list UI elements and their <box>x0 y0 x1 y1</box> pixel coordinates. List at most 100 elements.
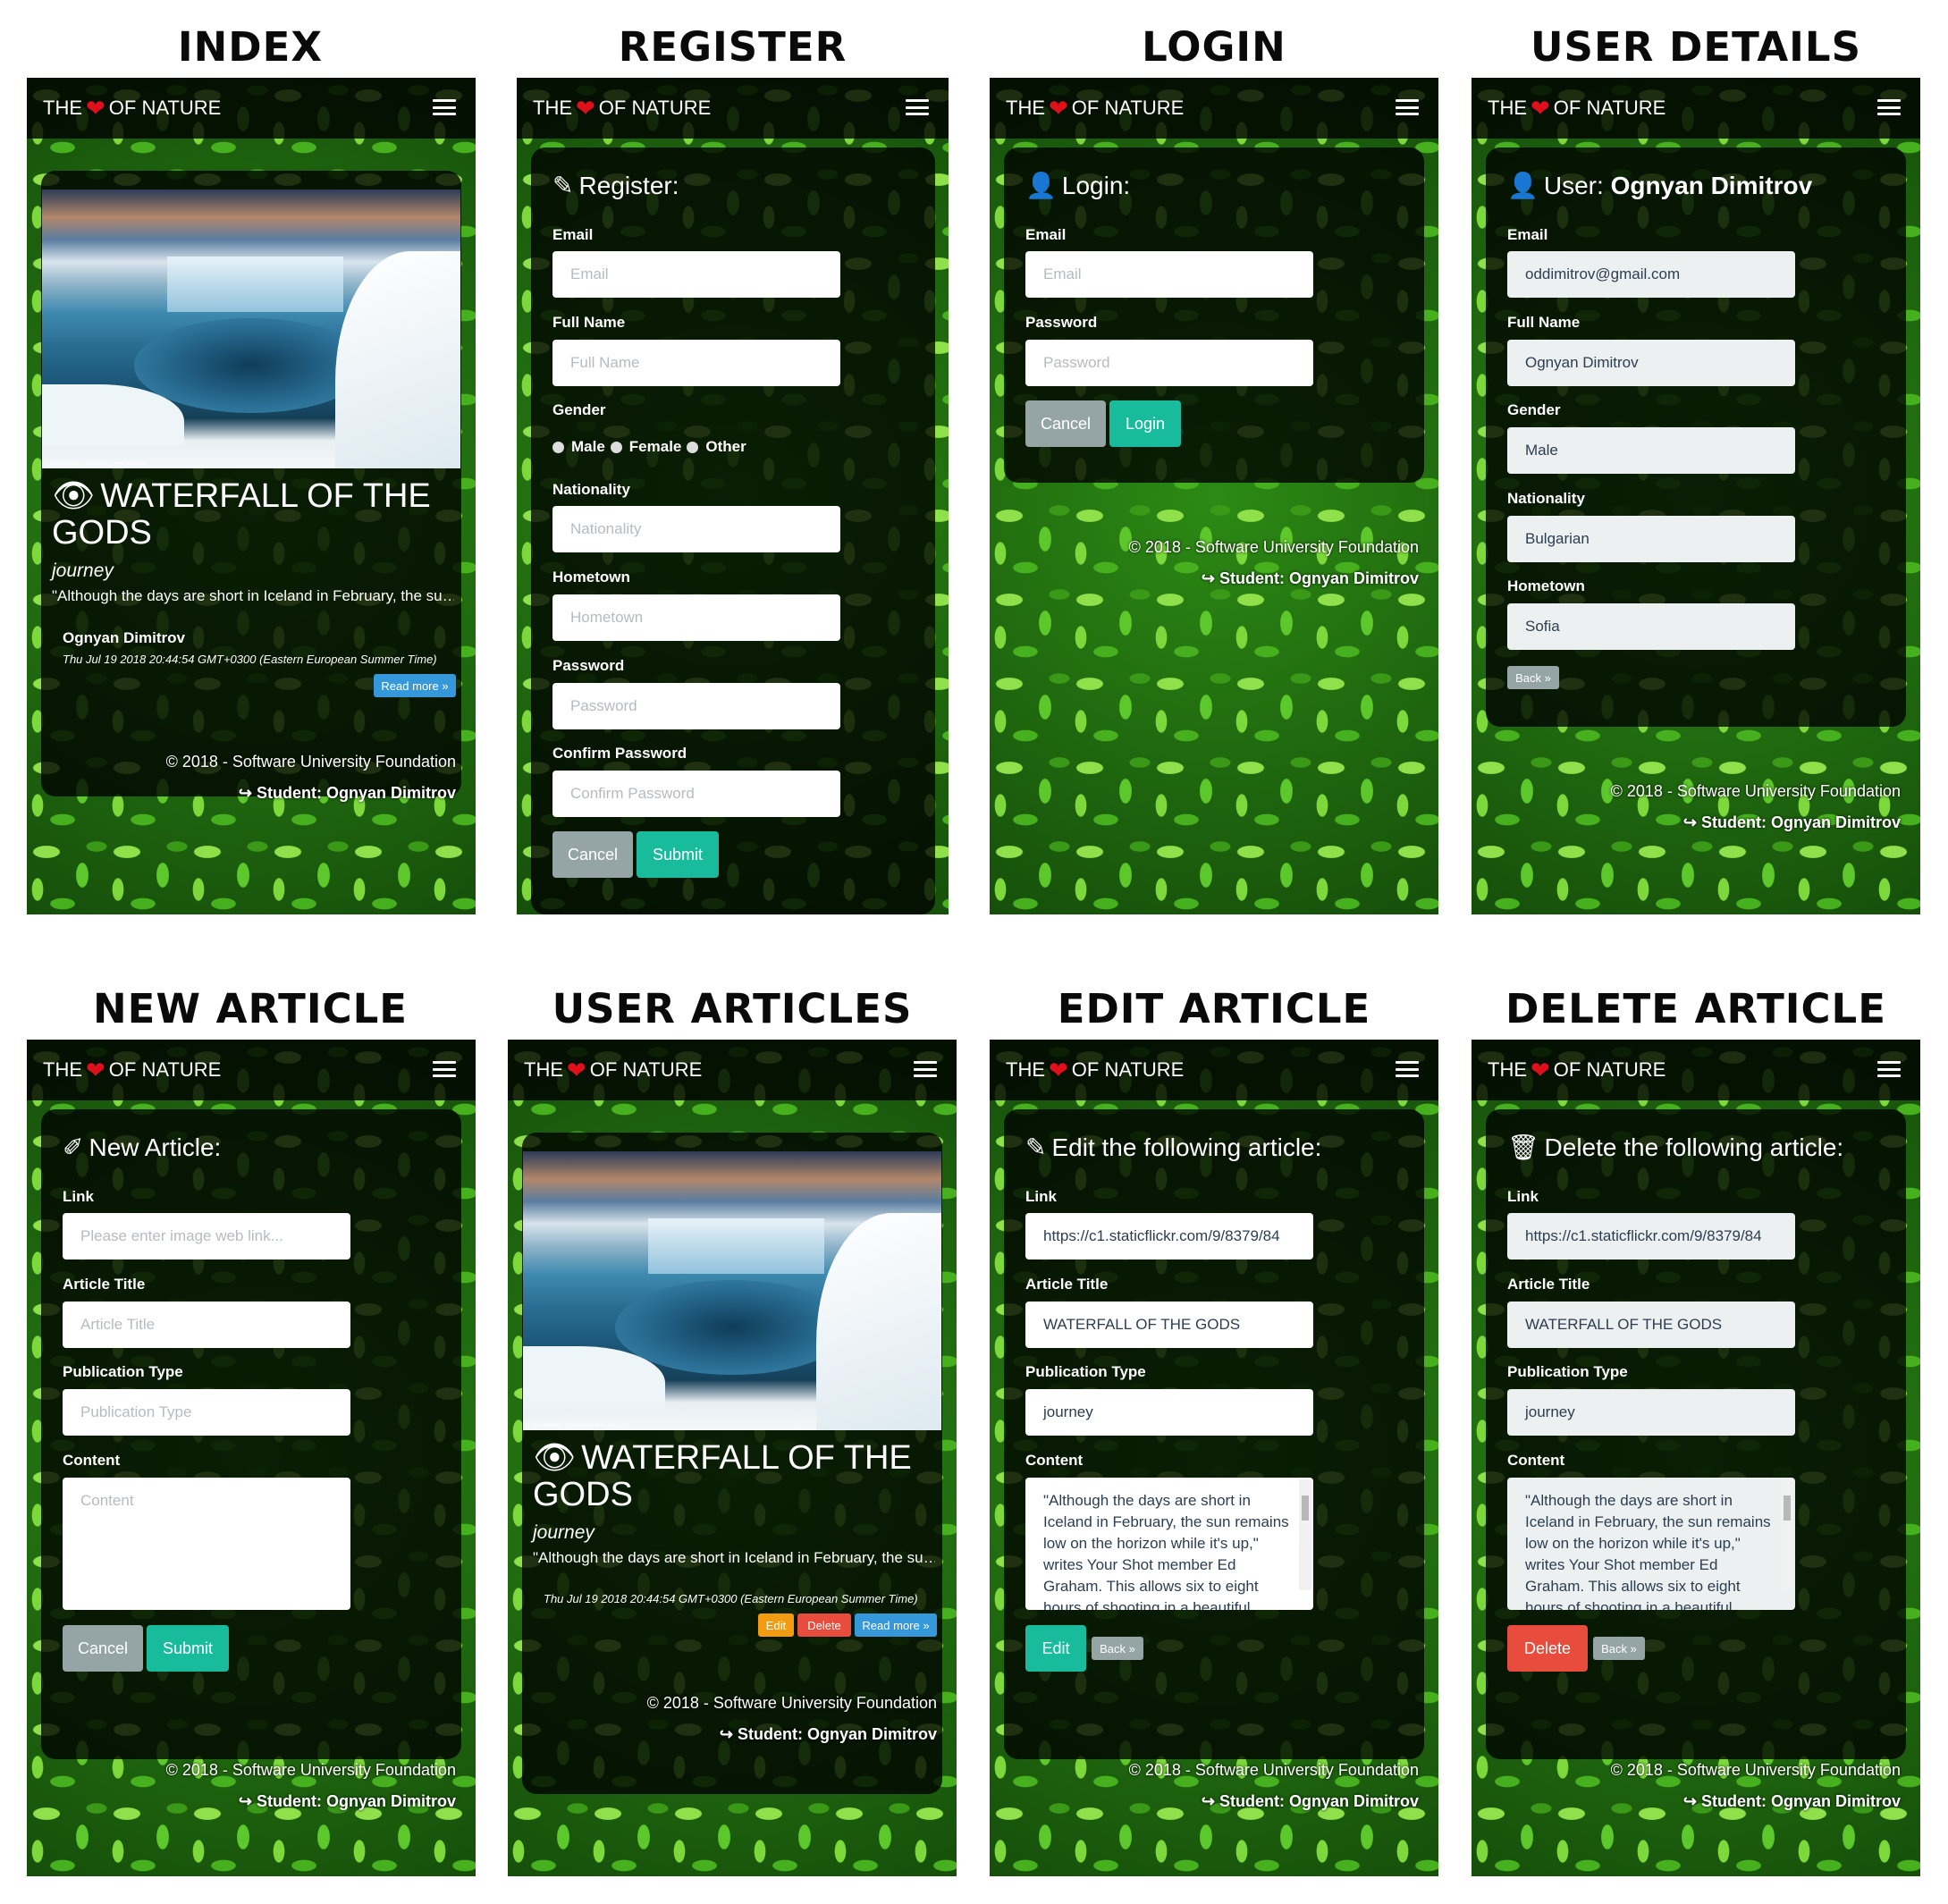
hamburger-icon[interactable] <box>914 1061 937 1077</box>
delete-heading: 🗑 Delete the following article: <box>1507 1133 1843 1162</box>
hamburger-icon[interactable] <box>433 99 456 115</box>
link-label: Link <box>1507 1188 1539 1205</box>
title-index: INDEX <box>177 23 324 71</box>
edit-button[interactable]: Edit <box>1025 1625 1086 1672</box>
content-textarea[interactable]: "Although the days are short in Iceland … <box>1025 1478 1313 1610</box>
hamburger-icon[interactable] <box>1396 1061 1419 1077</box>
radio-female[interactable] <box>610 441 622 453</box>
footer-copyright: © 2018 - Software University Foundation <box>1128 1761 1419 1779</box>
hometown-field[interactable]: Hometown <box>552 594 840 641</box>
link-field[interactable]: Please enter image web link... <box>63 1213 350 1260</box>
brand-text-right: OF NATURE <box>1071 1058 1185 1081</box>
email-field[interactable]: Email <box>552 251 840 298</box>
brand-logo[interactable]: THE ❤ OF NATURE <box>1006 1058 1184 1082</box>
brand-text-right: OF NATURE <box>1553 1058 1666 1081</box>
read-more-button[interactable]: Read more » <box>374 674 456 697</box>
cancel-button[interactable]: Cancel <box>63 1625 143 1672</box>
footer-student-link[interactable]: ↪ Student: Ognyan Dimitrov <box>1129 1792 1419 1811</box>
article-title[interactable]: 👁 WATERFALL OF THE GODS <box>52 478 454 552</box>
article-title-label: Article Title <box>1025 1276 1109 1293</box>
pool-shape <box>614 1279 850 1375</box>
hamburger-icon[interactable] <box>1396 99 1419 115</box>
article-title-field[interactable]: Article Title <box>63 1302 350 1348</box>
footer-student-link[interactable]: ↪ Student: Ognyan Dimitrov <box>1611 813 1901 832</box>
password-field[interactable]: Password <box>1025 340 1313 386</box>
brand-text-left: THE <box>533 97 572 119</box>
footer-student-link[interactable]: ↪ Student: Ognyan Dimitrov <box>1611 1792 1901 1811</box>
magic-wand-icon: ✐ <box>63 1133 84 1161</box>
article-excerpt: "Although the days are short in Iceland … <box>533 1549 935 1566</box>
scrollbar[interactable] <box>1299 1479 1311 1590</box>
edit-button[interactable]: Edit <box>758 1613 794 1637</box>
brand-text-right: OF NATURE <box>598 97 712 119</box>
footer-copyright: © 2018 - Software University Foundation <box>1610 782 1901 800</box>
screen-user-details: THE ❤ OF NATURE 👤 User: Ognyan Dimitrov Ema… <box>1472 78 1920 914</box>
brand-logo[interactable]: THE ❤ OF NATURE <box>524 1058 702 1082</box>
brand-text-left: THE <box>1488 97 1527 119</box>
brand-logo[interactable]: THE ❤ OF NATURE <box>1488 1058 1665 1082</box>
footer-student-link[interactable]: ↪ Student: Ognyan Dimitrov <box>1129 569 1419 588</box>
user-heading-prefix: User: <box>1543 172 1604 199</box>
article-image[interactable]: © Skarphedinn Thrainsson | www.skarpi.is <box>523 1151 941 1430</box>
brand-logo[interactable]: THE ❤ OF NATURE <box>533 97 711 120</box>
hamburger-icon[interactable] <box>433 1061 456 1077</box>
publication-type-field[interactable]: Publication Type <box>63 1389 350 1436</box>
hamburger-icon[interactable] <box>1877 99 1901 115</box>
hometown-field: Sofia <box>1507 603 1795 650</box>
content-label: Content <box>1507 1452 1565 1469</box>
footer-copyright: © 2018 - Software University Foundation <box>1610 1761 1901 1779</box>
read-more-button[interactable]: Read more » <box>855 1613 937 1637</box>
delete-button[interactable]: Delete <box>797 1613 851 1637</box>
register-heading: ✎ Register: <box>552 171 679 200</box>
footer-student-link[interactable]: ↪ Student: Ognyan Dimitrov <box>166 1792 456 1811</box>
gender-field: Male <box>1507 427 1795 474</box>
brand-text-right: OF NATURE <box>108 1058 222 1081</box>
navbar: THE ❤ OF NATURE <box>27 78 476 139</box>
footer-copyright: © 2018 - Software University Foundation <box>1128 538 1419 556</box>
article-title[interactable]: 👁 WATERFALL OF THE GODS <box>533 1440 935 1513</box>
brand-logo[interactable]: THE ❤ OF NATURE <box>43 1058 221 1082</box>
back-button[interactable]: Back » <box>1507 666 1559 689</box>
brand-logo[interactable]: THE ❤ OF NATURE <box>43 97 221 120</box>
footer: © 2018 - Software University Foundation … <box>166 1761 456 1811</box>
fullname-field[interactable]: Full Name <box>552 340 840 386</box>
password-label: Password <box>1025 314 1098 331</box>
article-image[interactable]: © Skarphedinn Thrainsson | www.skarpi.is <box>42 190 460 468</box>
brand-logo[interactable]: THE ❤ OF NATURE <box>1006 97 1184 120</box>
radio-male[interactable] <box>552 441 564 453</box>
scrollbar[interactable] <box>1781 1479 1793 1590</box>
screen-new-article: THE ❤ OF NATURE ✐ New Article: Link Please … <box>27 1040 476 1876</box>
radio-other[interactable] <box>687 441 699 453</box>
heart-icon: ❤ <box>1049 1057 1068 1083</box>
footer-student-link[interactable]: ↪ Student: Ognyan Dimitrov <box>647 1725 937 1744</box>
navbar: THE ❤ OF NATURE <box>1472 1040 1920 1100</box>
cancel-button[interactable]: Cancel <box>1025 400 1106 447</box>
radio-male-label: Male <box>571 438 605 455</box>
title-user-articles: USER ARTICLES <box>552 985 913 1032</box>
article-title-field[interactable]: WATERFALL OF THE GODS <box>1025 1302 1313 1348</box>
title-login: LOGIN <box>1142 23 1286 71</box>
login-heading-text: Login: <box>1061 172 1131 199</box>
back-button[interactable]: Back » <box>1092 1637 1143 1660</box>
article-date: Thu Jul 19 2018 20:44:54 GMT+0300 (Easte… <box>63 653 437 666</box>
heart-icon: ❤ <box>1049 95 1068 122</box>
footer-student-link[interactable]: ↪ Student: Ognyan Dimitrov <box>166 784 456 803</box>
content-textarea[interactable]: Content <box>63 1478 350 1610</box>
brand-logo[interactable]: THE ❤ OF NATURE <box>1488 97 1665 120</box>
link-field[interactable]: https://c1.staticflickr.com/9/8379/84 <box>1025 1213 1313 1260</box>
email-field[interactable]: Email <box>1025 251 1313 298</box>
password-field[interactable]: Password <box>552 683 840 729</box>
login-button[interactable]: Login <box>1109 400 1181 447</box>
hamburger-icon[interactable] <box>906 99 929 115</box>
cancel-button[interactable]: Cancel <box>552 831 633 878</box>
submit-button[interactable]: Submit <box>637 831 719 878</box>
footer-inner: © 2018 - Software University Foundation … <box>647 1694 937 1744</box>
nationality-field[interactable]: Nationality <box>552 506 840 552</box>
back-button[interactable]: Back » <box>1593 1637 1645 1660</box>
confirm-password-field[interactable]: Confirm Password <box>552 771 840 817</box>
submit-button[interactable]: Submit <box>147 1625 229 1672</box>
eye-icon: 👁 <box>52 477 96 515</box>
delete-button[interactable]: Delete <box>1507 1625 1588 1672</box>
hamburger-icon[interactable] <box>1877 1061 1901 1077</box>
publication-type-field[interactable]: journey <box>1025 1389 1313 1436</box>
